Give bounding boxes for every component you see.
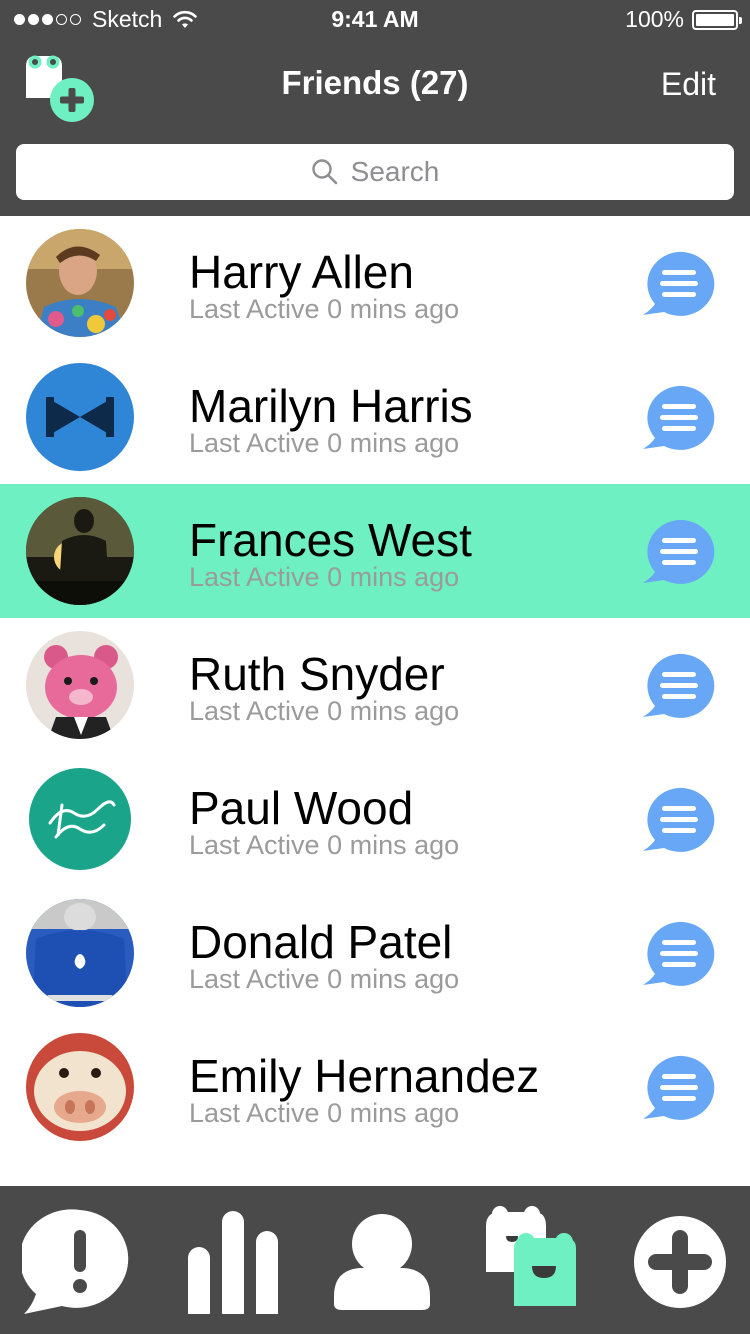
avatar[interactable] <box>26 631 134 739</box>
friend-last-active: Last Active 0 mins ago <box>189 696 460 726</box>
alert-bubble-icon[interactable] <box>22 1186 138 1334</box>
chat-icon[interactable] <box>640 919 716 989</box>
search-placeholder: Search <box>350 156 440 187</box>
nav-bar: Friends (27) Edit Search <box>0 40 750 216</box>
bar-chart-icon[interactable] <box>186 1186 282 1334</box>
friends-icon[interactable] <box>484 1186 580 1334</box>
friend-last-active: Last Active 0 mins ago <box>189 964 460 994</box>
friend-last-active: Last Active 0 mins ago <box>189 1098 460 1128</box>
status-right: 100% <box>625 6 742 33</box>
avatar[interactable] <box>26 229 134 337</box>
chat-icon[interactable] <box>640 1053 716 1123</box>
tab-bar <box>0 1186 750 1334</box>
friend-last-active: Last Active 0 mins ago <box>189 830 460 860</box>
chat-icon[interactable] <box>640 517 716 587</box>
friend-last-active: Last Active 0 mins ago <box>189 294 460 324</box>
friend-name: Harry Allen <box>189 246 414 298</box>
friend-row[interactable]: Donald Patel Last Active 0 mins ago <box>0 886 750 1020</box>
search-input[interactable]: Search <box>16 144 734 200</box>
friend-name: Emily Hernandez <box>189 1050 540 1102</box>
friend-row[interactable]: Harry Allen Last Active 0 mins ago <box>0 216 750 350</box>
battery-percent: 100% <box>625 6 684 32</box>
friend-row[interactable]: Emily Hernandez Last Active 0 mins ago <box>0 1020 750 1154</box>
avatar[interactable] <box>26 1033 134 1141</box>
friend-name: Marilyn Harris <box>189 380 473 432</box>
avatar[interactable] <box>26 497 134 605</box>
friends-list: Harry Allen Last Active 0 mins ago Maril… <box>0 216 750 1154</box>
friend-name: Frances West <box>189 514 472 566</box>
avatar[interactable] <box>26 899 134 1007</box>
friend-last-active: Last Active 0 mins ago <box>189 562 460 592</box>
battery-icon <box>692 9 742 30</box>
avatar[interactable] <box>26 765 134 873</box>
friend-row[interactable]: Frances West Last Active 0 mins ago <box>0 484 750 618</box>
chat-icon[interactable] <box>640 249 716 319</box>
friend-name: Ruth Snyder <box>189 648 445 700</box>
status-bar: Sketch 9:41 AM 100% <box>0 0 750 40</box>
friend-row[interactable]: Ruth Snyder Last Active 0 mins ago <box>0 618 750 752</box>
profile-icon[interactable] <box>330 1186 434 1334</box>
edit-button[interactable]: Edit <box>661 66 716 103</box>
chat-icon[interactable] <box>640 651 716 721</box>
add-circle-icon[interactable] <box>632 1186 728 1334</box>
avatar[interactable] <box>26 363 134 471</box>
friend-name: Paul Wood <box>189 782 414 834</box>
chat-icon[interactable] <box>640 785 716 855</box>
friend-row[interactable]: Paul Wood Last Active 0 mins ago <box>0 752 750 886</box>
friend-row[interactable]: Marilyn Harris Last Active 0 mins ago <box>0 350 750 484</box>
page-title: Friends (27) <box>281 64 469 101</box>
friend-last-active: Last Active 0 mins ago <box>189 428 460 458</box>
friend-name: Donald Patel <box>189 916 453 968</box>
chat-icon[interactable] <box>640 383 716 453</box>
search-icon <box>311 159 337 185</box>
